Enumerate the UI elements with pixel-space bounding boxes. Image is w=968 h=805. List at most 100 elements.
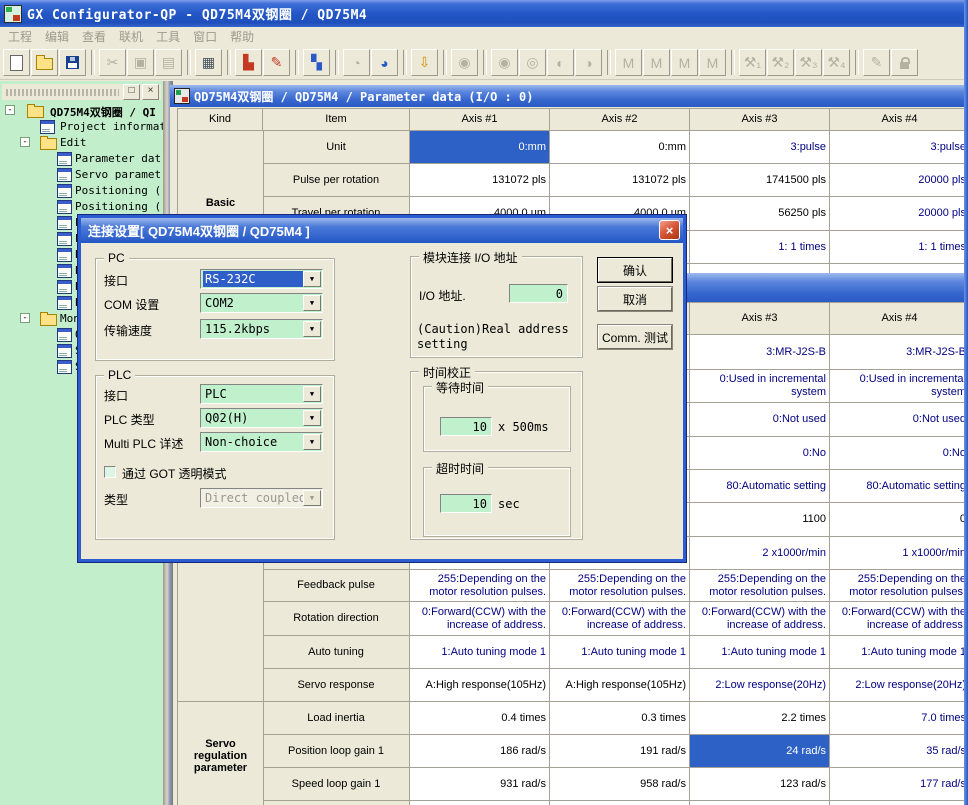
param-cell-r1-axis4[interactable]: 20000 pls xyxy=(830,164,968,197)
tree-collapse-icon[interactable]: - xyxy=(5,105,15,115)
download-button[interactable]: ⇩ xyxy=(411,49,438,76)
tree-item-project-information[interactable]: Project informat xyxy=(0,118,163,134)
servo-cell-r8-axis4[interactable]: 0:Forward(CCW) with the increase of addr… xyxy=(830,602,968,636)
menu-online[interactable]: 联机 xyxy=(117,28,145,45)
servo-cell-r14-axis3[interactable] xyxy=(690,801,830,805)
servo-cell-r2-axis4[interactable]: 0:Not used xyxy=(830,403,968,437)
menu-tools[interactable]: 工具 xyxy=(154,28,182,45)
servo-cell-r1-axis4[interactable]: 0:Used in incremental system xyxy=(830,370,968,403)
chevron-down-icon[interactable]: ▼ xyxy=(303,386,321,402)
tree-item-parameter-data[interactable]: Parameter dat xyxy=(0,150,163,166)
plc-interface-combo[interactable]: PLC ▼ xyxy=(200,384,323,404)
diagnostics-button[interactable]: ◕ xyxy=(371,49,398,76)
wait-time-field[interactable]: 10 xyxy=(440,417,492,436)
servo-cell-r8-axis3[interactable]: 0:Forward(CCW) with the increase of addr… xyxy=(690,602,830,636)
save-project-button[interactable] xyxy=(59,49,86,76)
param-cell-r3-axis3[interactable]: 1: 1 times xyxy=(690,231,830,264)
tree-item-root[interactable]: -QD75M4双钢圈 / QI xyxy=(0,102,163,118)
servo-cell-r13-axis4[interactable]: 177 rad/s xyxy=(830,768,968,801)
menu-edit[interactable]: 编辑 xyxy=(43,28,71,45)
param-cell-r2-axis3[interactable]: 56250 pls xyxy=(690,197,830,231)
servo-cell-r6-axis4[interactable]: 1 x1000r/min xyxy=(830,537,968,570)
edit-module-button[interactable]: ✎ xyxy=(263,49,290,76)
parameter-window-titlebar[interactable]: QD75M4双钢圈 / QD75M4 / Parameter data (I/O… xyxy=(170,85,968,107)
chevron-down-icon[interactable]: ▼ xyxy=(303,295,321,311)
servo-cell-r10-axis3[interactable]: 2:Low response(20Hz) xyxy=(690,669,830,702)
servo-cell-r11-axis4[interactable]: 7.0 times xyxy=(830,702,968,735)
chevron-down-icon[interactable]: ▼ xyxy=(303,434,321,450)
tree-collapse-icon[interactable]: - xyxy=(20,313,30,323)
param-cell-r0-axis3[interactable]: 3:pulse xyxy=(690,131,830,164)
param-cell-r0-axis4[interactable]: 3:pulse xyxy=(830,131,968,164)
servo-cell-r10-axis2[interactable]: A:High response(105Hz) xyxy=(550,669,690,702)
servo-cell-r7-axis3[interactable]: 255:Depending on the motor resolution pu… xyxy=(690,570,830,602)
multi-plc-combo[interactable]: Non-choice ▼ xyxy=(200,432,323,452)
chevron-down-icon[interactable]: ▼ xyxy=(303,410,321,426)
tree-item-positioning-1[interactable]: Positioning ( xyxy=(0,182,163,198)
servo-cell-r3-axis4[interactable]: 0:No xyxy=(830,437,968,470)
servo-cell-r5-axis4[interactable]: 0 xyxy=(830,503,968,537)
servo-cell-r9-axis2[interactable]: 1:Auto tuning mode 1 xyxy=(550,636,690,669)
servo-cell-r10-axis1[interactable]: A:High response(105Hz) xyxy=(410,669,550,702)
servo-cell-r12-axis2[interactable]: 191 rad/s xyxy=(550,735,690,768)
servo-cell-r9-axis4[interactable]: 1:Auto tuning mode 1 xyxy=(830,636,968,669)
servo-cell-r13-axis3[interactable]: 123 rad/s xyxy=(690,768,830,801)
servo-cell-r14-axis1[interactable] xyxy=(410,801,550,805)
tree-collapse-icon[interactable]: - xyxy=(20,137,30,147)
servo-cell-r13-axis1[interactable]: 931 rad/s xyxy=(410,768,550,801)
io-address-field[interactable]: 0 xyxy=(509,284,568,303)
com-setting-combo[interactable]: COM2 ▼ xyxy=(200,293,323,313)
param-cell-r3-axis4[interactable]: 1: 1 times xyxy=(830,231,968,264)
servo-cell-r3-axis3[interactable]: 0:No xyxy=(690,437,830,470)
servo-cell-r0-axis4[interactable]: 3:MR-J2S-B xyxy=(830,335,968,370)
comm-test-button[interactable]: Comm. 测试 xyxy=(598,325,672,349)
dialog-close-button[interactable]: × xyxy=(659,220,680,240)
chevron-down-icon[interactable]: ▼ xyxy=(303,271,321,287)
plc-type-combo[interactable]: Q02(H) ▼ xyxy=(200,408,323,428)
servo-cell-r9-axis3[interactable]: 1:Auto tuning mode 1 xyxy=(690,636,830,669)
got-transparent-checkbox[interactable] xyxy=(104,466,116,478)
new-project-button[interactable] xyxy=(3,49,30,76)
param-cell-r4-axis4[interactable] xyxy=(830,264,968,273)
baud-rate-combo[interactable]: 115.2kbps ▼ xyxy=(200,319,323,339)
servo-cell-r8-axis1[interactable]: 0:Forward(CCW) with the increase of addr… xyxy=(410,602,550,636)
servo-cell-r14-axis4[interactable] xyxy=(830,801,968,805)
tree-item-servo-parameter[interactable]: Servo paramet xyxy=(0,166,163,182)
param-cell-r0-axis1[interactable]: 0:mm xyxy=(410,131,550,164)
cancel-button[interactable]: 取消 xyxy=(598,287,672,311)
servo-cell-r9-axis1[interactable]: 1:Auto tuning mode 1 xyxy=(410,636,550,669)
menu-window[interactable]: 窗口 xyxy=(191,28,219,45)
servo-cell-r10-axis4[interactable]: 2:Low response(20Hz) xyxy=(830,669,968,702)
servo-cell-r2-axis3[interactable]: 0:Not used xyxy=(690,403,830,437)
transfer-setup-button[interactable]: ▚ xyxy=(303,49,330,76)
tree-item-edit[interactable]: -Edit xyxy=(0,134,163,150)
param-cell-r2-axis4[interactable]: 20000 pls xyxy=(830,197,968,231)
timeout-field[interactable]: 10 xyxy=(440,494,492,513)
chevron-down-icon[interactable]: ▼ xyxy=(303,321,321,337)
param-cell-r4-axis3[interactable] xyxy=(690,264,830,273)
servo-cell-r14-axis2[interactable] xyxy=(550,801,690,805)
servo-cell-r7-axis2[interactable]: 255:Depending on the motor resolution pu… xyxy=(550,570,690,602)
param-cell-r1-axis3[interactable]: 1741500 pls xyxy=(690,164,830,197)
servo-cell-r5-axis3[interactable]: 1100 xyxy=(690,503,830,537)
float-panel-button[interactable]: □ xyxy=(123,84,140,100)
servo-cell-r12-axis4[interactable]: 35 rad/s xyxy=(830,735,968,768)
menu-help[interactable]: 帮助 xyxy=(228,28,256,45)
servo-cell-r6-axis3[interactable]: 2 x1000r/min xyxy=(690,537,830,570)
ok-button[interactable]: 确认 xyxy=(598,258,672,282)
servo-cell-r7-axis4[interactable]: 255:Depending on the motor resolution pu… xyxy=(830,570,968,602)
param-cell-r1-axis1[interactable]: 131072 pls xyxy=(410,164,550,197)
tree-item-positioning-2[interactable]: Positioning ( xyxy=(0,198,163,214)
close-panel-button[interactable]: × xyxy=(142,84,159,100)
menu-project[interactable]: 工程 xyxy=(6,28,34,45)
dock-grip[interactable] xyxy=(6,89,119,96)
menu-view[interactable]: 查看 xyxy=(80,28,108,45)
servo-cell-r7-axis1[interactable]: 255:Depending on the motor resolution pu… xyxy=(410,570,550,602)
print-button[interactable]: ▦ xyxy=(195,49,222,76)
dialog-titlebar[interactable]: 连接设置[ QD75M4双钢圈 / QD75M4 ] xyxy=(81,218,683,243)
open-project-button[interactable] xyxy=(31,49,58,76)
servo-cell-r4-axis3[interactable]: 80:Automatic setting xyxy=(690,470,830,503)
param-cell-r1-axis2[interactable]: 131072 pls xyxy=(550,164,690,197)
servo-cell-r11-axis2[interactable]: 0.3 times xyxy=(550,702,690,735)
param-cell-r0-axis2[interactable]: 0:mm xyxy=(550,131,690,164)
